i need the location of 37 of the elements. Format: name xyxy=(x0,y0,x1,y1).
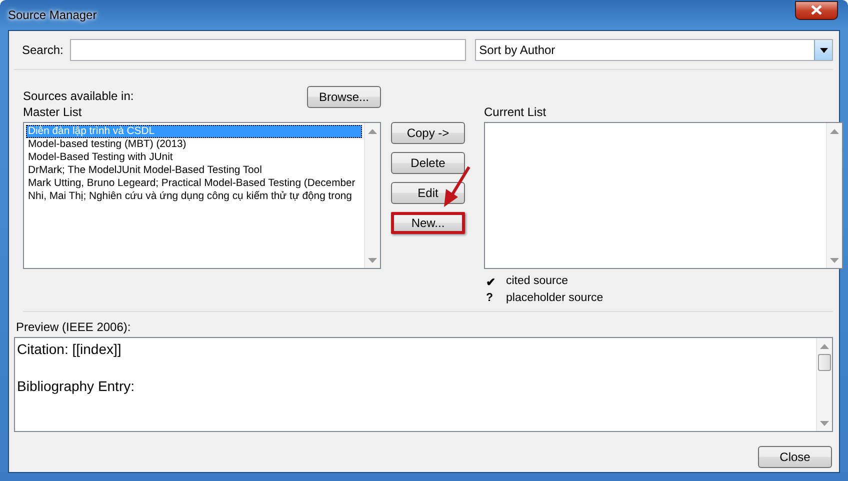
action-button[interactable]: New... xyxy=(391,212,465,234)
browse-button[interactable]: Browse... xyxy=(307,86,381,108)
sort-dropdown[interactable]: Sort by Author xyxy=(475,39,833,61)
action-button[interactable]: Copy -> xyxy=(391,122,465,144)
window-title: Source Manager xyxy=(8,8,97,22)
scrollbar[interactable] xyxy=(826,123,842,268)
scrollbar[interactable] xyxy=(816,338,832,431)
legend-label: cited source xyxy=(506,275,570,289)
caret-icon[interactable] xyxy=(820,48,828,52)
search-field[interactable] xyxy=(70,39,466,61)
source-item[interactable]: Mark Utting, Bruno Legeard; Practical Model-Based Testing (December xyxy=(26,177,358,190)
scroll-down-icon[interactable] xyxy=(820,420,829,426)
preview-line: Citation: [[index]] xyxy=(17,340,122,359)
scroll-thumb[interactable] xyxy=(818,354,831,371)
source-item[interactable]: DrMark; The ModelJUnit Model-Based Testing Tool xyxy=(26,164,264,177)
action-button[interactable]: Delete xyxy=(391,152,465,174)
current-list-label: Current List xyxy=(484,104,546,120)
sources-label: Sources available in: xyxy=(23,88,134,104)
close-icon[interactable] xyxy=(795,0,838,20)
scroll-down-icon[interactable] xyxy=(368,258,377,262)
scroll-up-icon[interactable] xyxy=(830,128,839,134)
preview-label: Preview (IEEE 2006): xyxy=(15,319,132,334)
scrollbar[interactable] xyxy=(364,123,380,268)
close-button[interactable]: Close xyxy=(758,446,832,468)
source-item[interactable]: Model-Based Testing with JUnit xyxy=(26,151,175,164)
scroll-up-icon[interactable] xyxy=(368,128,377,134)
scroll-up-icon[interactable] xyxy=(820,344,829,348)
scroll-down-icon[interactable] xyxy=(830,258,839,262)
legend-label: placeholder source xyxy=(506,292,604,304)
source-item[interactable]: Model-based testing (MBT) (2013) xyxy=(26,138,188,151)
legend-symbol: ✔ xyxy=(486,276,497,289)
search-label: Search: xyxy=(22,43,64,57)
preview-line: Bibliography Entry: xyxy=(17,377,136,396)
action-button[interactable]: Edit xyxy=(391,182,465,204)
master-list-label: Master List xyxy=(23,104,83,120)
legend-symbol: ? xyxy=(486,292,494,304)
source-item[interactable]: Nhi, Mai Thị; Nghiên cứu và ứng dụng công cụ kiếm thử tự động trong xyxy=(26,190,354,203)
